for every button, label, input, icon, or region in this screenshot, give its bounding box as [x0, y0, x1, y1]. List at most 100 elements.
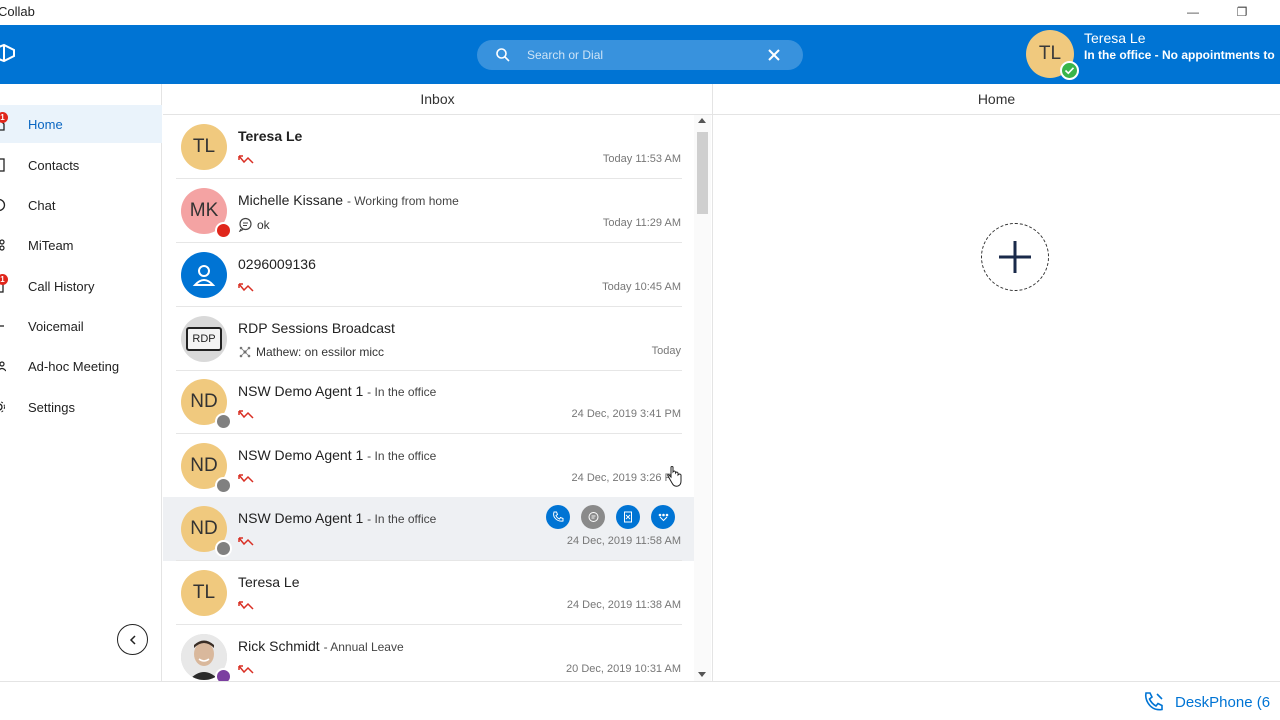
message-preview: ok — [257, 217, 270, 232]
last-message: Mathew: on essilor micc — [238, 345, 384, 359]
chat-icon — [588, 511, 598, 522]
timestamp: 20 Dec, 2019 10:31 AM — [566, 663, 681, 675]
scroll-down-arrow-icon[interactable] — [698, 672, 706, 677]
rdp-logo: RDP — [186, 327, 222, 351]
contact-name: Teresa Le — [238, 128, 303, 144]
sidebar-item-settings[interactable]: Settings — [0, 388, 162, 426]
presence-offline-icon — [215, 477, 232, 494]
avatar: TL — [181, 570, 227, 616]
inbox-row[interactable]: TL Teresa Le Today 11:53 AM — [163, 115, 694, 179]
missed-call-icon — [238, 474, 254, 483]
phone-icon — [553, 511, 564, 522]
add-widget-button[interactable] — [981, 223, 1049, 291]
minimize-button[interactable]: — — [1178, 2, 1208, 22]
deskphone-button[interactable]: DeskPhone (6 — [1143, 691, 1270, 713]
contact-name: 0296009136 — [238, 256, 316, 272]
search-input[interactable] — [527, 46, 757, 64]
call-button[interactable] — [546, 505, 570, 529]
inbox-row[interactable]: RDP RDP Sessions Broadcast Mathew: on es… — [163, 307, 694, 371]
chat-button[interactable] — [581, 505, 605, 529]
missed-call — [238, 408, 254, 420]
missed-call — [238, 281, 254, 293]
meeting-button[interactable] — [616, 505, 640, 529]
voicemail-icon — [0, 325, 4, 327]
gear-icon — [0, 401, 5, 413]
scroll-thumb[interactable] — [697, 132, 708, 214]
contacts-icon — [0, 158, 5, 172]
inbox-header: Inbox — [163, 84, 712, 115]
avatar: TL — [181, 124, 227, 170]
home-header: Home — [713, 84, 1280, 115]
inbox-row[interactable]: ND NSW Demo Agent 1 - In the office 24 D… — [163, 434, 694, 498]
contact-name: Teresa Le — [238, 574, 300, 590]
sidebar-item-label: Settings — [28, 399, 75, 415]
plus-icon — [999, 241, 1031, 273]
restore-button[interactable]: ❐ — [1227, 2, 1257, 22]
chat-bubble-icon — [238, 217, 252, 232]
missed-call-icon — [238, 537, 254, 546]
contact-name: Rick Schmidt - Annual Leave — [238, 638, 404, 654]
contact-name: RDP Sessions Broadcast — [238, 320, 395, 336]
inbox-scrollbar[interactable] — [694, 115, 711, 681]
presence-busy-icon — [215, 222, 232, 239]
chevron-left-icon — [129, 634, 136, 645]
sidebar-item-ad-hoc-meeting[interactable]: Ad-hoc Meeting — [0, 347, 162, 385]
sidebar: 1 Home Contacts Chat MiTeam 1 Call Histo… — [0, 84, 162, 681]
title-bar: Collab — ❐ — [0, 0, 1280, 25]
sidebar-item-label: Ad-hoc Meeting — [28, 358, 120, 374]
timestamp: 24 Dec, 2019 11:38 AM — [566, 599, 681, 611]
search-bar[interactable] — [477, 40, 803, 70]
missed-call — [238, 535, 254, 547]
miteam-icon — [0, 239, 5, 251]
window-title: Collab — [0, 4, 35, 19]
presence-available-icon — [1060, 61, 1079, 80]
inbox-row[interactable]: ND NSW Demo Agent 1 - In the office 24 D… — [163, 370, 694, 434]
contact-status: - In the office — [367, 385, 437, 399]
contact-name: NSW Demo Agent 1 - In the office — [238, 510, 437, 526]
user-presence[interactable]: In the office - No appointments to — [1084, 48, 1280, 62]
sidebar-item-label: Contacts — [28, 157, 80, 173]
missed-call — [238, 599, 254, 611]
deskphone-label: DeskPhone (6 — [1175, 693, 1271, 711]
avatar — [181, 252, 227, 298]
inbox-row[interactable]: TL Teresa Le 24 Dec, 2019 11:38 AM — [163, 561, 694, 625]
timestamp: Today 11:29 AM — [602, 217, 681, 229]
sidebar-item-label: Home — [28, 116, 63, 132]
sidebar-item-home[interactable]: 1 Home — [0, 105, 162, 143]
timestamp: 24 Dec, 2019 3:41 PM — [571, 408, 681, 420]
collapse-sidebar-button[interactable] — [117, 624, 148, 655]
timestamp: 24 Dec, 2019 3:26 PM — [571, 472, 681, 484]
sidebar-item-contacts[interactable]: Contacts — [0, 146, 162, 184]
sidebar-item-label: MiTeam — [28, 237, 74, 253]
status-bar: DeskPhone (6 — [0, 681, 1280, 720]
hand-cursor-icon — [667, 466, 682, 487]
missed-call-icon — [238, 665, 254, 674]
contact-status: - Annual Leave — [323, 640, 404, 654]
missed-call-icon — [238, 601, 254, 610]
missed-call — [238, 153, 254, 165]
sidebar-item-miteam[interactable]: MiTeam — [0, 226, 162, 264]
app-logo-icon[interactable] — [0, 42, 16, 64]
inbox-row[interactable]: MK Michelle Kissane - Working from home … — [163, 179, 694, 243]
top-bar: TL Teresa Le In the office - No appointm… — [0, 25, 1280, 84]
chat-icon — [0, 198, 6, 212]
presence-offline-icon — [215, 540, 232, 557]
scroll-up-arrow-icon[interactable] — [698, 118, 706, 123]
inbox-row[interactable]: Rick Schmidt - Annual Leave 20 Dec, 2019… — [163, 625, 694, 681]
contact-status: - In the office — [367, 449, 437, 463]
timestamp: Today 11:53 AM — [602, 153, 681, 165]
user-name[interactable]: Teresa Le — [1084, 30, 1145, 46]
presence-away-icon — [215, 668, 232, 681]
sidebar-item-chat[interactable]: Chat — [0, 186, 162, 224]
sidebar-item-voicemail[interactable]: Voicemail — [0, 307, 162, 345]
inbox-row[interactable]: ND NSW Demo Agent 1 - In the office 24 D… — [163, 497, 694, 561]
inbox-list: TL Teresa Le Today 11:53 AM MK Michelle … — [163, 115, 694, 681]
timestamp: 24 Dec, 2019 11:58 AM — [566, 535, 681, 547]
inbox-row[interactable]: 0296009136 Today 10:45 AM — [163, 243, 694, 307]
sidebar-item-label: Voicemail — [28, 318, 84, 334]
team-icon — [658, 513, 668, 521]
team-button[interactable] — [651, 505, 675, 529]
notification-badge: 1 — [0, 274, 8, 285]
close-icon[interactable] — [767, 48, 781, 62]
sidebar-item-call-history[interactable]: 1 Call History — [0, 267, 162, 305]
